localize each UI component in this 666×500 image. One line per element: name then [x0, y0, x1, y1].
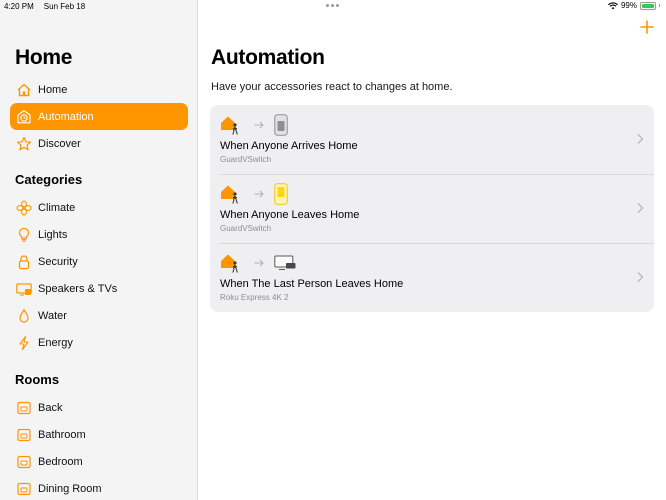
sidebar-item-label: Dining Room	[38, 482, 102, 495]
sidebar-item-home[interactable]: Home	[10, 76, 188, 103]
house-icon	[15, 81, 33, 99]
sidebar-item-label: Climate	[38, 201, 76, 214]
room-icon	[15, 399, 33, 417]
sidebar-item-label: Bedroom	[38, 455, 83, 468]
lightbulb-icon	[15, 226, 33, 244]
chevron-right-icon	[637, 272, 644, 282]
lock-icon	[15, 253, 33, 271]
sidebar-item-label: Energy	[38, 336, 73, 349]
page-subtitle: Have your accessories react to changes a…	[211, 81, 453, 93]
battery-percent: 99%	[620, 1, 637, 10]
sidebar-item-label: Lights	[38, 228, 68, 241]
clock-icon	[15, 108, 33, 126]
battery-icon	[640, 1, 656, 10]
room-icon	[15, 453, 33, 471]
main-content: Automation Have your accessories react t…	[199, 0, 666, 500]
automation-title: When The Last Person Leaves Home	[220, 278, 404, 290]
sidebar-item-label: Back	[38, 401, 63, 414]
automation-list: When Anyone Arrives Home GuardVSwitch Wh…	[210, 105, 654, 312]
drop-icon	[15, 307, 33, 325]
sidebar-item-security[interactable]: Security	[10, 248, 188, 275]
sidebar-item-label: Discover	[38, 137, 81, 150]
automation-row[interactable]: When The Last Person Leaves Home Roku Ex…	[210, 243, 654, 312]
star-icon	[15, 135, 33, 153]
switch-on-icon	[274, 183, 288, 205]
sidebar-item-climate[interactable]: Climate	[10, 194, 188, 221]
room-icon	[15, 426, 33, 444]
sidebar-title: Home	[15, 46, 73, 69]
sidebar-item-energy[interactable]: Energy	[10, 329, 188, 356]
status-time: 4:20 PM	[4, 2, 34, 11]
rooms-header: Rooms	[15, 372, 60, 387]
categories-header: Categories	[15, 172, 83, 187]
automation-subtitle: GuardVSwitch	[220, 224, 272, 233]
sidebar-item-lights[interactable]: Lights	[10, 221, 188, 248]
add-automation-button[interactable]	[638, 18, 656, 36]
sidebar-item-room-dining-room[interactable]: Dining Room	[10, 475, 188, 500]
plus-icon	[640, 20, 654, 34]
arrow-right-icon	[254, 121, 264, 129]
status-date: Sun Feb 18	[43, 2, 86, 11]
tv-icon	[15, 280, 33, 298]
automation-subtitle: GuardVSwitch	[220, 155, 272, 164]
arrow-right-icon	[254, 259, 264, 267]
sidebar-item-label: Home	[38, 83, 68, 96]
page-title: Automation	[211, 46, 325, 69]
sidebar-item-speakers-tvs[interactable]: Speakers & TVs	[10, 275, 188, 302]
arrow-right-icon	[254, 190, 264, 198]
room-icon	[15, 480, 33, 498]
automation-row[interactable]: When Anyone Leaves Home GuardVSwitch	[210, 174, 654, 243]
switch-off-icon	[274, 114, 288, 136]
fan-icon	[15, 199, 33, 217]
automation-title: When Anyone Arrives Home	[220, 140, 358, 152]
sidebar: Home Home Automation Discover Categories…	[0, 0, 198, 500]
sidebar-item-label: Automation	[38, 110, 94, 123]
last-person-leaves-home-icon	[221, 254, 238, 273]
chevron-right-icon	[637, 134, 644, 144]
chevron-right-icon	[637, 203, 644, 213]
sidebar-item-room-bathroom[interactable]: Bathroom	[10, 421, 188, 448]
status-bar: 4:20 PM Sun Feb 18 99%	[0, 0, 666, 14]
multitasking-dots[interactable]	[326, 2, 339, 7]
automation-title: When Anyone Leaves Home	[220, 209, 360, 221]
sidebar-item-discover[interactable]: Discover	[10, 130, 188, 157]
sidebar-item-water[interactable]: Water	[10, 302, 188, 329]
sidebar-item-label: Bathroom	[38, 428, 86, 441]
wifi-icon	[607, 1, 618, 9]
sidebar-item-automation[interactable]: Automation	[10, 103, 188, 130]
sidebar-item-label: Water	[38, 309, 67, 322]
automation-subtitle: Roku Express 4K 2	[220, 293, 289, 302]
sidebar-item-label: Security	[38, 255, 78, 268]
sidebar-item-room-bedroom[interactable]: Bedroom	[10, 448, 188, 475]
sidebar-item-room-back[interactable]: Back	[10, 394, 188, 421]
tv-box-icon	[274, 255, 296, 270]
person-leaves-home-icon	[221, 185, 238, 204]
person-arrives-home-icon	[221, 116, 238, 135]
automation-row[interactable]: When Anyone Arrives Home GuardVSwitch	[210, 105, 654, 174]
bolt-icon	[15, 334, 33, 352]
sidebar-item-label: Speakers & TVs	[38, 282, 118, 295]
